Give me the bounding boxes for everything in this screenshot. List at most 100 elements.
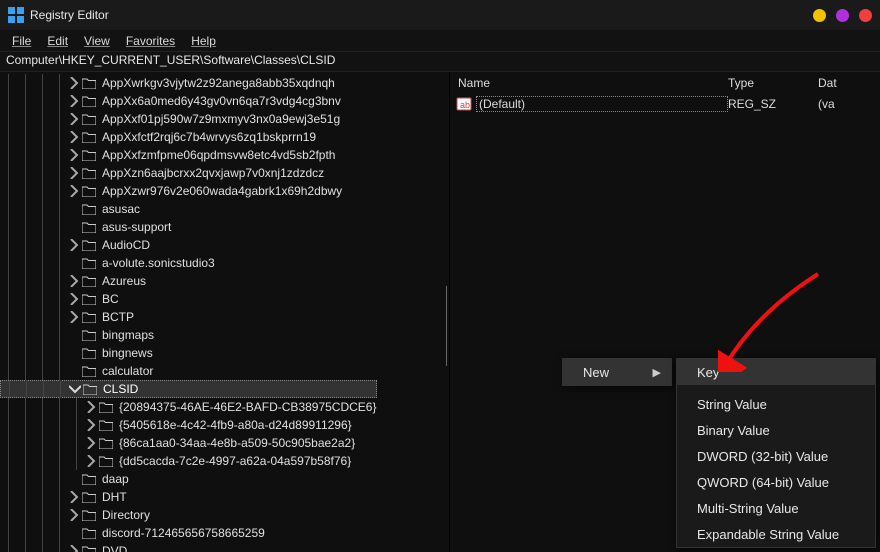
tree-item[interactable]: AppXxf01pj590w7z9mxmyv3nx0a9ewj3e51g [0,110,377,128]
context-menu-item[interactable]: Binary Value [677,417,875,443]
tree-item[interactable]: bingnews [0,344,377,362]
tree-item-label: AppXxfctf2rqj6c7b4wrvys6zq1bskprrn19 [102,130,316,144]
menu-file[interactable]: File [6,32,37,50]
tree-item[interactable]: discord-712465656758665259 [0,524,377,542]
tree-item-label: asusac [102,202,140,216]
window-controls [813,0,872,30]
context-menu-item[interactable]: Multi-String Value [677,495,875,521]
tree-item[interactable]: daap [0,470,377,488]
tree-item-label: Directory [102,508,150,522]
chevron-right-icon: ▶ [653,366,661,379]
chevron-none [68,221,80,233]
folder-icon [82,474,96,485]
chevron-right-icon[interactable] [68,149,80,161]
tree-item[interactable]: bingmaps [0,326,377,344]
tree-item[interactable]: BCTP [0,308,377,326]
tree-item-label: AppXxfzmfpme06qpdmsvw8etc4vd5sb2fpth [102,148,335,162]
tree-item[interactable]: {20894375-46AE-46E2-BAFD-CB38975CDCE6} [0,398,377,416]
tree-item[interactable]: {86ca1aa0-34aa-4e8b-a509-50c905bae2a2} [0,434,377,452]
address-bar[interactable]: Computer\HKEY_CURRENT_USER\Software\Clas… [0,52,880,72]
menu-view[interactable]: View [78,32,116,50]
folder-icon [82,204,96,215]
chevron-right-icon[interactable] [68,95,80,107]
context-menu-item[interactable]: Key [677,359,875,385]
tree: AppXwrkgv3vjytw2z92anega8abb35xqdnqhAppX… [0,74,377,552]
col-type[interactable]: Type [728,76,818,90]
tree-item[interactable]: DVD [0,542,377,552]
folder-icon [82,312,96,323]
tree-item[interactable]: CLSID [0,380,377,398]
tree-item[interactable]: Directory [0,506,377,524]
tree-item-label: BC [102,292,119,306]
tree-item[interactable]: AppXxfctf2rqj6c7b4wrvys6zq1bskprrn19 [0,128,377,146]
tree-item-label: CLSID [103,382,138,396]
chevron-right-icon[interactable] [68,491,80,503]
chevron-right-icon[interactable] [85,437,97,449]
context-menu-new-submenu: Key String ValueBinary ValueDWORD (32-bit… [676,358,876,548]
tree-item[interactable]: DHT [0,488,377,506]
context-menu-item[interactable]: QWORD (64-bit) Value [677,469,875,495]
context-menu-item[interactable]: DWORD (32-bit) Value [677,443,875,469]
tree-item[interactable]: asus-support [0,218,377,236]
tree-item-label: {86ca1aa0-34aa-4e8b-a509-50c905bae2a2} [119,436,355,450]
chevron-none [68,347,80,359]
values-header: Name Type Dat [450,72,880,94]
col-data[interactable]: Dat [818,76,880,90]
tree-item[interactable]: asusac [0,200,377,218]
chevron-right-icon[interactable] [68,509,80,521]
close-button[interactable] [859,9,872,22]
value-type: REG_SZ [728,97,818,111]
chevron-right-icon[interactable] [85,419,97,431]
tree-item[interactable]: a-volute.sonicstudio3 [0,254,377,272]
chevron-right-icon[interactable] [68,239,80,251]
tree-item[interactable]: AppXx6a0med6y43gv0vn6qa7r3vdg4cg3bnv [0,92,377,110]
menu-help[interactable]: Help [185,32,222,50]
chevron-right-icon[interactable] [68,185,80,197]
folder-icon [82,222,96,233]
chevron-right-icon[interactable] [85,455,97,467]
tree-item[interactable]: {dd5cacda-7c2e-4997-a62a-04a597b58f76} [0,452,377,470]
chevron-none [68,473,80,485]
tree-item-label: asus-support [102,220,171,234]
chevron-right-icon[interactable] [68,167,80,179]
chevron-right-icon[interactable] [68,545,80,552]
minimize-button[interactable] [813,9,826,22]
svg-text:ab: ab [460,100,470,110]
chevron-down-icon[interactable] [69,383,81,395]
chevron-right-icon[interactable] [68,113,80,125]
folder-icon [99,420,113,431]
tree-item[interactable]: AppXwrkgv3vjytw2z92anega8abb35xqdnqh [0,74,377,92]
chevron-right-icon[interactable] [68,77,80,89]
chevron-right-icon[interactable] [85,401,97,413]
folder-icon [99,438,113,449]
tree-item-label: bingnews [102,346,153,360]
folder-icon [82,150,96,161]
tree-item-label: AppXzn6aajbcrxx2qvxjawp7v0xnj1zdzdcz [102,166,324,180]
chevron-right-icon[interactable] [68,131,80,143]
context-menu-item[interactable]: String Value [677,391,875,417]
tree-item[interactable]: AudioCD [0,236,377,254]
tree-item[interactable]: AppXxfzmfpme06qpdmsvw8etc4vd5sb2fpth [0,146,377,164]
tree-item[interactable]: Azureus [0,272,377,290]
chevron-right-icon[interactable] [68,311,80,323]
maximize-button[interactable] [836,9,849,22]
menu-edit[interactable]: Edit [41,32,74,50]
title-bar: Registry Editor [0,0,880,30]
tree-item[interactable]: BC [0,290,377,308]
chevron-right-icon[interactable] [68,275,80,287]
tree-item[interactable]: {5405618e-4c42-4fb9-a80a-d24d89911296} [0,416,377,434]
menu-favorites[interactable]: Favorites [120,32,181,50]
tree-item[interactable]: calculator [0,362,377,380]
tree-item[interactable]: AppXzwr976v2e060wada4gabrk1x69h2dbwy [0,182,377,200]
tree-item[interactable]: AppXzn6aajbcrxx2qvxjawp7v0xnj1zdzdcz [0,164,377,182]
tree-item-label: BCTP [102,310,134,324]
folder-icon [82,186,96,197]
context-menu-item[interactable]: Expandable String Value [677,521,875,547]
tree-pane[interactable]: AppXwrkgv3vjytw2z92anega8abb35xqdnqhAppX… [0,72,450,552]
value-row[interactable]: ab(Default)REG_SZ(va [450,94,880,114]
context-menu-new[interactable]: New ▶ [563,359,671,385]
folder-icon [82,96,96,107]
col-name[interactable]: Name [450,76,728,90]
chevron-right-icon[interactable] [68,293,80,305]
pane-splitter[interactable] [446,286,447,366]
